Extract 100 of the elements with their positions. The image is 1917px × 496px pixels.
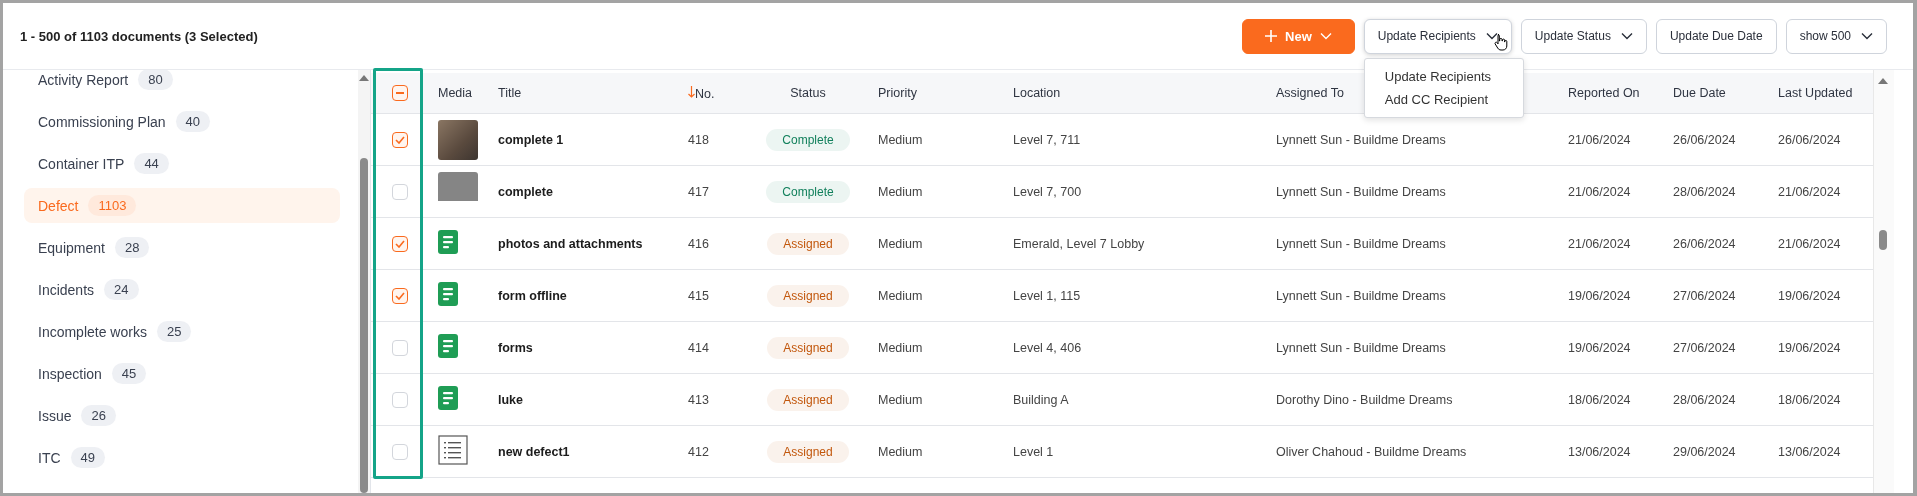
count-badge: 1103 [88, 195, 137, 216]
date-cell-text: 13/06/2024 [1567, 444, 1632, 459]
date-cell-text: 21/06/2024 [1567, 184, 1632, 199]
assignee-cell-text: Lynnett Sun - Buildme Dreams [1275, 132, 1447, 147]
date-cell-text: 19/06/2024 [1777, 288, 1842, 303]
status-badge: Assigned [767, 284, 849, 307]
count-badge: 80 [138, 70, 173, 90]
column-header[interactable]: Media [428, 86, 488, 100]
list-icon [438, 435, 468, 465]
menu-item[interactable]: Add CC Recipient [1364, 87, 1523, 111]
status-badge: Complete [766, 128, 850, 151]
priority-cell-text: Medium [877, 340, 924, 355]
priority-cell-text: Medium [877, 288, 924, 303]
priority-cell-text: Medium [877, 184, 924, 199]
date-cell-text: 21/06/2024 [1777, 236, 1842, 251]
location-cell-text: Emerald, Level 7 Lobby [1012, 236, 1146, 251]
title-cell[interactable]: complete 1 [488, 132, 678, 147]
scroll-up-arrow-icon[interactable] [1878, 78, 1888, 84]
checkbox[interactable] [391, 85, 408, 101]
status-badge: Assigned [767, 388, 849, 411]
status-badge: Complete [766, 180, 850, 203]
location-cell-text: Level 7, 711 [1012, 132, 1082, 147]
number-cell-text: 412 [687, 444, 710, 459]
title-cell[interactable]: forms [488, 340, 678, 355]
checkbox[interactable] [391, 183, 408, 200]
date-cell-text: 13/06/2024 [1777, 444, 1842, 459]
checkbox[interactable] [391, 287, 408, 304]
sidebar-item[interactable]: Activity Report 80 [24, 70, 340, 97]
dropdown-button[interactable]: show 500 [1785, 18, 1887, 54]
count-badge: 44 [134, 153, 169, 174]
assignee-cell-text: Lynnett Sun - Buildme Dreams [1275, 288, 1447, 303]
column-header[interactable]: Due Date [1663, 86, 1768, 100]
checkbox[interactable] [391, 131, 408, 148]
title-cell[interactable]: complete [488, 184, 678, 199]
scrollbar-thumb[interactable] [1879, 230, 1887, 250]
sidebar-item[interactable]: Incidents 24 [24, 272, 340, 307]
assignee-cell-text: Lynnett Sun - Buildme Dreams [1275, 236, 1447, 251]
sidebar-item[interactable]: Issue 26 [24, 398, 340, 433]
title-cell[interactable]: photos and attachments [488, 236, 678, 251]
location-cell-text: Building A [1012, 392, 1070, 407]
date-cell-text: 27/06/2024 [1672, 340, 1737, 355]
date-cell-text: 18/06/2024 [1567, 392, 1632, 407]
column-header[interactable]: Title [488, 86, 678, 100]
date-cell-text: 18/06/2024 [1777, 392, 1842, 407]
menu-item[interactable]: Update Recipients [1364, 64, 1523, 88]
column-header[interactable]: Last Updated [1768, 86, 1873, 100]
checkbox[interactable] [391, 235, 408, 252]
scrollbar[interactable] [1873, 70, 1894, 493]
assignee-cell-text: Oliver Chahoud - Buildme Dreams [1275, 444, 1468, 459]
assignee-cell-text: Lynnett Sun - Buildme Dreams [1275, 184, 1447, 199]
scrollbar[interactable] [358, 70, 370, 493]
number-cell-text: 415 [687, 288, 710, 303]
scrollbar-thumb[interactable] [360, 158, 368, 493]
count-badge: 24 [104, 279, 139, 300]
dropdown-button[interactable]: Update Recipients [1363, 18, 1512, 54]
caret-icon [1319, 32, 1332, 40]
scroll-up-arrow-icon[interactable] [359, 75, 369, 81]
column-header[interactable]: Reported On [1558, 86, 1663, 100]
number-cell-text: 416 [687, 236, 710, 251]
dropdown-button[interactable]: Update Due Date [1655, 18, 1777, 54]
sidebar-item[interactable]: Commissioning Plan 40 [24, 104, 340, 139]
count-badge: 26 [81, 405, 116, 426]
sidebar-item[interactable]: Incomplete works 25 [24, 314, 340, 349]
location-cell-text: Level 7, 700 [1012, 184, 1083, 199]
sidebar-item[interactable]: Container ITP 44 [24, 146, 340, 181]
title-cell[interactable]: form offline [488, 288, 678, 303]
date-cell-text: 19/06/2024 [1567, 340, 1632, 355]
sidebar-item[interactable]: ITC 49 [24, 440, 340, 475]
checkbox[interactable] [391, 339, 408, 356]
status-badge: Assigned [767, 336, 849, 359]
photo-placeholder [438, 119, 478, 160]
plus-icon [1265, 30, 1278, 42]
date-cell-text: 21/06/2024 [1567, 236, 1632, 251]
date-cell-text: 19/06/2024 [1567, 288, 1632, 303]
checkmark-icon [394, 239, 405, 248]
title-cell[interactable]: new defect1 [488, 444, 678, 459]
priority-cell-text: Medium [877, 444, 924, 459]
count-badge: 28 [114, 237, 150, 258]
number-cell-text: 417 [687, 184, 710, 199]
sidebar-item[interactable]: Inspection 45 [24, 356, 340, 391]
number-cell-text: 418 [687, 132, 710, 147]
column-header[interactable]: Priority [868, 86, 1003, 100]
priority-cell-text: Medium [877, 132, 924, 147]
title-cell[interactable]: luke [488, 392, 678, 407]
hand-cursor-icon [1493, 32, 1508, 51]
date-cell-text: 21/06/2024 [1777, 184, 1842, 199]
date-cell-text: 19/06/2024 [1777, 340, 1842, 355]
checkmark-icon [394, 291, 405, 300]
dropdown-button[interactable]: Update Status [1520, 18, 1647, 54]
status-badge: Assigned [767, 440, 849, 463]
checkbox[interactable] [391, 391, 408, 408]
document-icon [438, 230, 458, 254]
sidebar-item[interactable]: Equipment 28 [24, 230, 340, 265]
column-header[interactable]: Location [1003, 86, 1266, 100]
document-icon [438, 386, 458, 410]
checkmark-icon [394, 135, 405, 144]
checkbox[interactable] [391, 443, 408, 460]
column-header[interactable]: Status [748, 86, 868, 100]
date-cell-text: 26/06/2024 [1777, 132, 1842, 147]
column-header[interactable]: No. [678, 85, 748, 101]
